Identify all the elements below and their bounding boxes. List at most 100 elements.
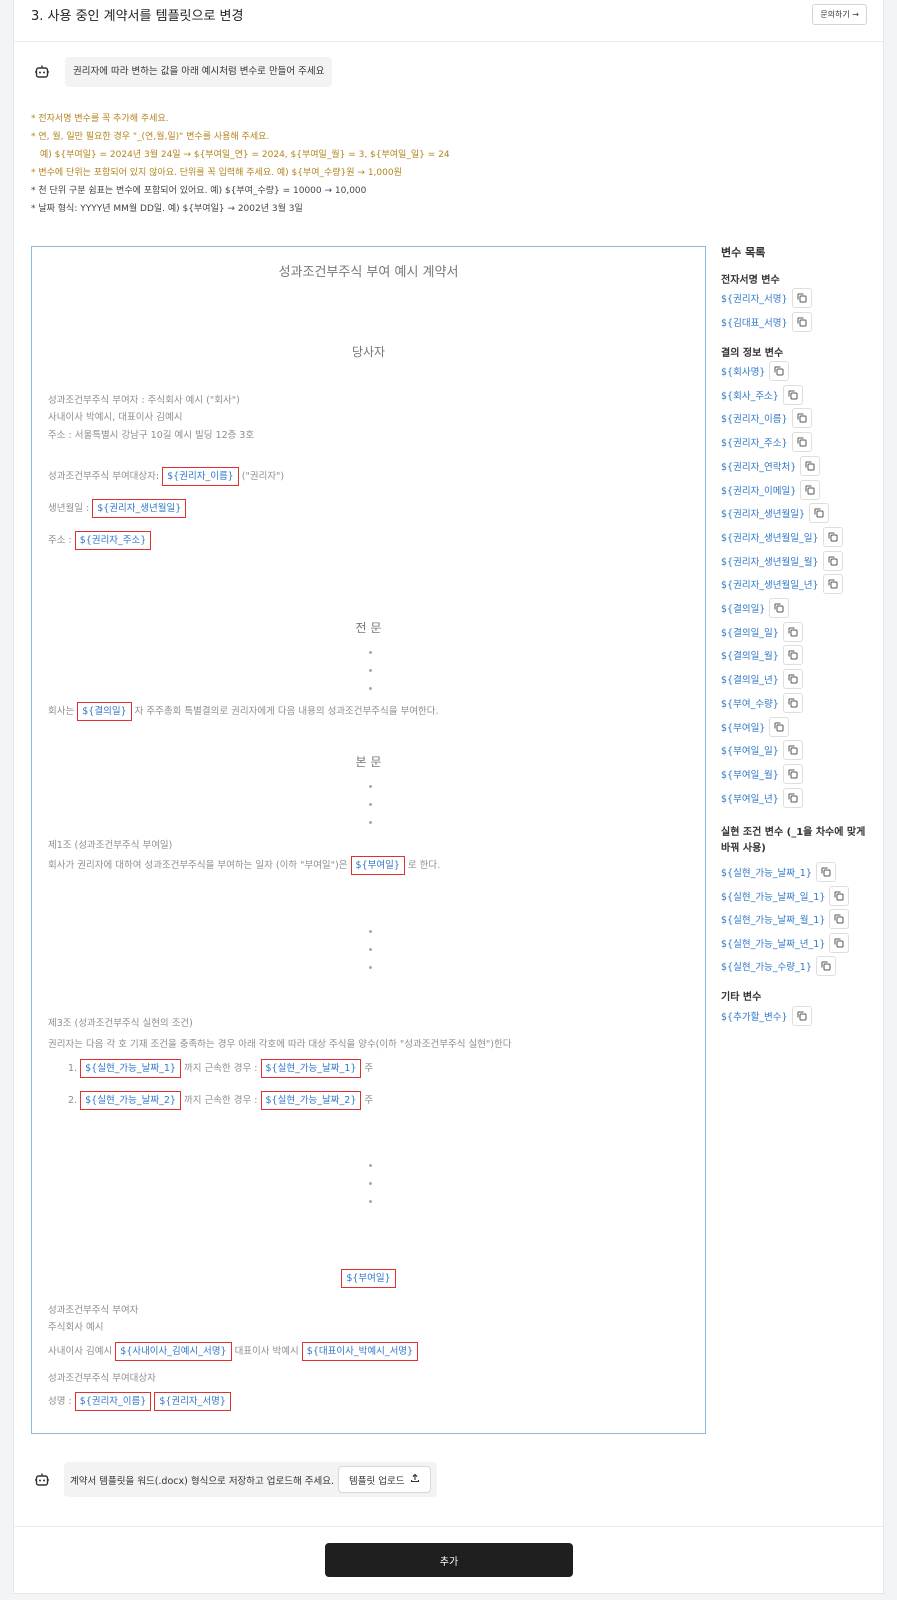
- upload-row: 계약서 템플릿을 워드(.docx) 형식으로 저장하고 업로드해 주세요. 템…: [32, 1462, 437, 1497]
- copy-icon[interactable]: [815, 862, 836, 882]
- variable-name: ${결의일}: [721, 604, 766, 615]
- variable-highlight: ${권리자_이름}: [162, 467, 239, 486]
- variable-name: ${부여일}: [721, 722, 766, 734]
- template-change-card: 3. 사용 중인 계약서를 템플릿으로 변경 문의하기 → 권리자에 따라 변하…: [13, 0, 884, 1594]
- parties-heading: 당사자: [351, 345, 386, 359]
- copy-icon[interactable]: [782, 692, 803, 713]
- copy-icon[interactable]: [782, 787, 803, 808]
- variable-highlight: ${권리자_생년월일}: [92, 499, 187, 518]
- note-item: * 연, 월, 일만 필요한 경우 "_(연,월,일)" 변수를 사용해 주세요…: [31, 132, 270, 142]
- variable-name: ${권리자_생년월일}: [721, 509, 806, 521]
- variable-item: ${실현_가능_수량_1}: [721, 956, 836, 976]
- copy-icon[interactable]: [829, 932, 850, 953]
- add-button[interactable]: 추가: [325, 1543, 573, 1577]
- ellipsis-dot: [369, 821, 372, 824]
- copy-icon[interactable]: [800, 455, 821, 476]
- variable-name: ${추가할_변수}: [721, 1012, 788, 1023]
- bot-icon: [32, 62, 52, 82]
- inquiry-button[interactable]: 문의하기 →: [812, 4, 867, 25]
- ellipsis-dot: [369, 1164, 372, 1167]
- resolution-row: 회사는 ${결의일} 자 주주총회 특별결의로 권리자에게 다음 내용의 성과조…: [48, 702, 439, 721]
- variable-name: ${김대표_서명}: [721, 318, 788, 329]
- address-label: 주소 :: [48, 535, 72, 546]
- ellipsis-dot: [369, 966, 372, 969]
- signature-date-row: ${부여일}: [32, 1269, 705, 1288]
- name-label: 성명 :: [48, 1396, 72, 1407]
- variable-highlight: ${실현_가능_날짜_2}: [80, 1091, 181, 1110]
- variable-highlight: ${결의일}: [77, 702, 132, 721]
- variable-name: ${결의일_일}: [721, 627, 779, 639]
- copy-icon[interactable]: [822, 526, 843, 547]
- variable-item: ${김대표_서명}: [721, 312, 812, 332]
- template-upload-button[interactable]: 템플릿 업로드: [338, 1466, 431, 1493]
- variable-highlight: ${권리자_서명}: [154, 1392, 231, 1411]
- article3-title: 제3조 (성과조건부주식 실현의 조건): [48, 1018, 193, 1029]
- grantee-label: 성과조건부주식 부여대상자:: [48, 471, 160, 482]
- variable-item: ${권리자_이름}: [721, 408, 812, 429]
- copy-icon[interactable]: [791, 432, 812, 453]
- variable-highlight: ${실현_가능_날짜_1}: [260, 1059, 362, 1078]
- condition-number: 1.: [68, 1063, 78, 1074]
- variable-name: ${권리자_생년월일_년}: [721, 580, 819, 592]
- note-item: * 전자서명 변수를 꼭 추가해 주세요.: [31, 114, 169, 124]
- section-header: 3. 사용 중인 계약서를 템플릿으로 변경 문의하기 →: [14, 0, 883, 42]
- copy-icon[interactable]: [809, 503, 830, 524]
- upload-bubble: 계약서 템플릿을 워드(.docx) 형식으로 저장하고 업로드해 주세요. 템…: [64, 1462, 437, 1497]
- copy-icon[interactable]: [782, 763, 803, 784]
- copy-icon[interactable]: [829, 909, 850, 929]
- note-item: * 천 단위 구분 쉼표는 변수에 포함되어 있어요. 예) ${부여_수량} …: [31, 186, 367, 196]
- copy-icon[interactable]: [782, 645, 803, 666]
- variable-name: ${권리자_주소}: [721, 438, 788, 450]
- signature-name-row: 성명 : ${권리자_이름} ${권리자_서명}: [48, 1392, 231, 1411]
- variable-item: ${실현_가능_날짜_월_1}: [721, 909, 850, 929]
- copy-icon[interactable]: [782, 740, 803, 761]
- copy-icon[interactable]: [791, 1006, 812, 1026]
- copy-icon[interactable]: [791, 312, 812, 332]
- variable-name: ${부여일_일}: [721, 746, 779, 758]
- variable-name: ${부여_수량}: [721, 698, 779, 710]
- variable-item: ${결의일_월}: [721, 645, 803, 666]
- signature-grantee-label: 성과조건부주식 부여대상자: [48, 1373, 156, 1384]
- copy-icon[interactable]: [769, 598, 790, 618]
- upload-instruction: 계약서 템플릿을 워드(.docx) 형식으로 저장하고 업로드해 주세요.: [70, 1475, 335, 1487]
- copy-icon[interactable]: [791, 288, 812, 308]
- variable-name: ${권리자_이메일}: [721, 485, 797, 497]
- copy-icon[interactable]: [782, 669, 803, 690]
- copy-icon[interactable]: [769, 361, 790, 381]
- variable-name: ${권리자_서명}: [721, 294, 788, 305]
- copy-icon[interactable]: [782, 621, 803, 642]
- variable-item: ${실현_가능_날짜_년_1}: [721, 932, 850, 953]
- ellipsis-dot: [369, 1182, 372, 1185]
- condition-number: 2.: [68, 1095, 78, 1106]
- section-title: 3. 사용 중인 계약서를 템플릿으로 변경: [31, 9, 244, 24]
- condition-text: 까지 근속한 경우 :: [184, 1095, 258, 1106]
- variable-list-title: 변수 목록: [721, 246, 766, 259]
- condition-suffix: 주: [364, 1063, 374, 1074]
- ellipsis-dot: [369, 948, 372, 951]
- instruction-row: 권리자에 따라 변하는 값을 아래 예시처럼 변수로 만들어 주세요: [32, 57, 333, 87]
- variable-item: ${결의일_년}: [721, 669, 803, 690]
- section-other-title: 기타 변수: [721, 992, 762, 1003]
- copy-icon[interactable]: [822, 574, 843, 595]
- variable-item: ${권리자_생년월일_월}: [721, 550, 843, 571]
- copy-icon[interactable]: [769, 716, 790, 737]
- variable-item: ${권리자_생년월일_일}: [721, 526, 843, 547]
- ellipsis-dot: [369, 930, 372, 933]
- article3-text: 권리자는 다음 각 호 기재 조건을 충족하는 경우 아래 각호에 따라 대상 …: [48, 1039, 512, 1050]
- copy-icon[interactable]: [815, 956, 836, 976]
- section-title-line: 바꿔 사용): [721, 843, 766, 854]
- variable-name: ${실현_가능_날짜_월_1}: [721, 915, 826, 926]
- ellipsis-dot: [369, 651, 372, 654]
- copy-icon[interactable]: [800, 479, 821, 500]
- copy-icon[interactable]: [791, 408, 812, 429]
- upload-button-label: 템플릿 업로드: [349, 1475, 405, 1487]
- note-item: 예) ${부여일} = 2024년 3월 24일 → ${부여일_연} = 20…: [40, 150, 450, 160]
- body-heading: 본 문: [355, 755, 382, 769]
- variable-item: ${권리자_생년월일_년}: [721, 574, 843, 595]
- copy-icon[interactable]: [829, 885, 850, 906]
- signature-grantor-label: 성과조건부주식 부여자: [48, 1305, 139, 1316]
- copy-icon[interactable]: [782, 384, 803, 405]
- variable-highlight: ${사내이사_김예시_서명}: [115, 1342, 232, 1361]
- preamble-heading: 전 문: [355, 621, 382, 635]
- copy-icon[interactable]: [822, 550, 843, 571]
